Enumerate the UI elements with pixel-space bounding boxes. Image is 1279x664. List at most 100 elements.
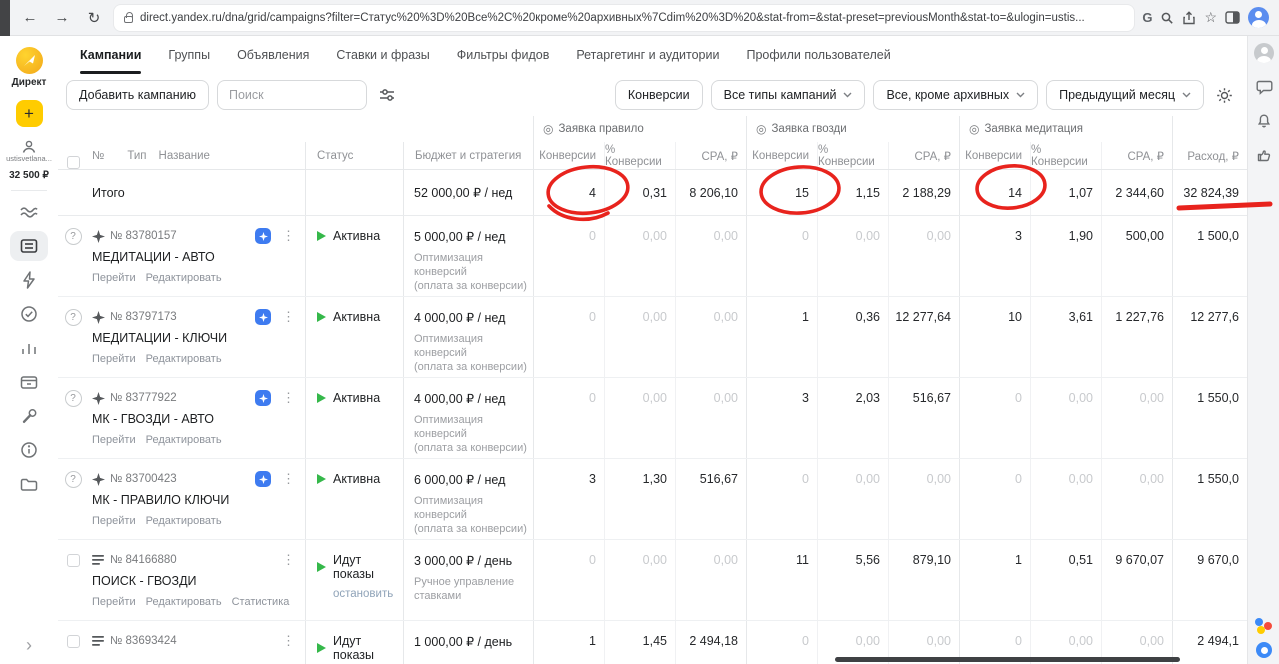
col-rate-label[interactable]: % Конверсии — [817, 142, 888, 169]
col-cpa-label[interactable]: CPA, ₽ — [1101, 142, 1172, 169]
protect-icon[interactable] — [1256, 642, 1272, 658]
sidebar-item-moderation[interactable] — [0, 297, 58, 331]
campaign-id[interactable]: № 83777922 — [110, 392, 177, 404]
table-row[interactable]: № 83777922 ⋮ МК - ГВОЗДИ - АВТО Перейти Р… — [58, 378, 1247, 459]
recommendation-icon[interactable] — [64, 228, 82, 245]
campaign-name[interactable]: МК - ПРАВИЛО КЛЮЧИ — [92, 493, 299, 507]
row-link[interactable]: Перейти — [92, 596, 136, 608]
row-link[interactable]: Статистика — [232, 596, 290, 608]
expand-chevron-icon[interactable]: › — [26, 635, 32, 656]
sidebar-item-tools[interactable] — [0, 399, 58, 433]
tab-retargeting[interactable]: Ретаргетинг и аудитории — [576, 36, 719, 74]
row-link[interactable]: Редактировать — [146, 353, 222, 365]
back-icon[interactable]: ← — [18, 9, 42, 26]
auto-badge-icon[interactable] — [255, 390, 271, 406]
table-row[interactable]: № 83700423 ⋮ МК - ПРАВИЛО КЛЮЧИ Перейти Р… — [58, 459, 1247, 540]
notifications-bell-icon[interactable] — [1248, 104, 1279, 138]
row-menu-icon[interactable]: ⋮ — [282, 471, 295, 487]
auto-badge-icon[interactable] — [255, 471, 271, 487]
sidebar-item-autotargeting[interactable] — [0, 263, 58, 297]
row-link[interactable]: Перейти — [92, 272, 136, 284]
bookmark-star-icon[interactable]: ☆ — [1204, 9, 1217, 26]
row-link[interactable]: Редактировать — [146, 596, 222, 608]
select-all-checkbox[interactable] — [66, 156, 80, 169]
row-menu-icon[interactable]: ⋮ — [282, 552, 295, 568]
settings-gear-icon[interactable] — [1212, 80, 1237, 110]
col-status-label[interactable]: Статус — [305, 142, 403, 169]
add-campaign-plus-button[interactable]: + — [15, 100, 43, 127]
chat-icon[interactable] — [1248, 70, 1279, 104]
campaign-id[interactable]: № 83693424 — [110, 635, 177, 647]
row-link[interactable]: Перейти — [92, 515, 136, 527]
url-text[interactable]: direct.yandex.ru/dna/grid/campaigns?filt… — [140, 12, 1124, 24]
col-conversions-label[interactable]: Конверсии — [533, 142, 604, 169]
goal-group-pravilo[interactable]: ◎ Заявка правило — [533, 116, 746, 142]
tab-ads[interactable]: Объявления — [237, 36, 309, 74]
period-dropdown[interactable]: Предыдущий месяц — [1046, 80, 1204, 110]
col-rate-label[interactable]: % Конверсии — [1030, 142, 1101, 169]
row-link[interactable]: Редактировать — [146, 272, 222, 284]
table-row[interactable]: № 84166880 ⋮ ПОИСК - ГВОЗДИ Перейти Редак… — [58, 540, 1247, 621]
direct-logo[interactable] — [15, 47, 43, 74]
row-link[interactable]: Перейти — [92, 353, 136, 365]
sidebar-user[interactable]: ustisvetlana... — [6, 139, 52, 163]
tab-user-profiles[interactable]: Профили пользователей — [746, 36, 890, 74]
recommendation-icon[interactable] — [64, 309, 82, 326]
goal-group-gvozdi[interactable]: ◎ Заявка гвозди — [746, 116, 959, 142]
search-page-icon[interactable] — [1160, 11, 1174, 25]
sidebar-item-files[interactable] — [0, 467, 58, 501]
recommendation-icon[interactable] — [64, 390, 82, 407]
col-num-label[interactable]: № — [92, 150, 104, 162]
campaign-name[interactable]: МК - ГВОЗДИ - АВТО — [92, 412, 299, 426]
col-name-label[interactable]: Название — [159, 150, 210, 162]
row-link[interactable]: Перейти — [92, 434, 136, 446]
recommendation-icon[interactable] — [64, 471, 82, 488]
add-campaign-button[interactable]: Добавить кампанию — [66, 80, 209, 110]
sidebar-item-statistics[interactable] — [0, 331, 58, 365]
col-cpa-label[interactable]: CPA, ₽ — [675, 142, 746, 169]
col-conversions-label[interactable]: Конверсии — [959, 142, 1030, 169]
col-type-label[interactable]: Тип — [127, 150, 146, 162]
balance-label[interactable]: 32 500 ₽ — [9, 170, 49, 181]
stop-link[interactable]: остановить — [333, 588, 403, 600]
campaign-id[interactable]: № 84166880 — [110, 554, 177, 566]
sidebar-item-campaigns[interactable] — [0, 229, 58, 263]
campaign-id[interactable]: № 83700423 — [110, 473, 177, 485]
col-budget-label[interactable]: Бюджет и стратегия — [403, 142, 533, 169]
row-menu-icon[interactable]: ⋮ — [282, 309, 295, 325]
row-menu-icon[interactable]: ⋮ — [282, 633, 295, 649]
goal-group-meditacia[interactable]: ◎ Заявка медитация — [959, 116, 1172, 142]
yandex-services-icon[interactable] — [1255, 618, 1273, 634]
col-conversions-label[interactable]: Конверсии — [746, 142, 817, 169]
col-cpa-label[interactable]: CPA, ₽ — [888, 142, 959, 169]
google-icon[interactable]: G — [1142, 10, 1152, 25]
refresh-icon[interactable]: ↻ — [82, 9, 106, 27]
col-rate-label[interactable]: % Конверсии — [604, 142, 675, 169]
forward-icon[interactable]: → — [50, 9, 74, 26]
campaign-name[interactable]: МЕДИТАЦИИ - АВТО — [92, 250, 299, 264]
auto-badge-icon[interactable] — [255, 309, 271, 325]
row-menu-icon[interactable]: ⋮ — [282, 228, 295, 244]
row-checkbox[interactable] — [66, 635, 80, 648]
sidebar-item-info[interactable] — [0, 433, 58, 467]
campaign-id[interactable]: № 83780157 — [110, 230, 177, 242]
share-icon[interactable] — [1182, 10, 1196, 25]
horizontal-scrollbar[interactable] — [835, 657, 1180, 662]
sidebar-item-overview[interactable] — [0, 195, 58, 229]
browser-profile-avatar[interactable] — [1248, 7, 1269, 28]
thumbs-up-icon[interactable] — [1248, 138, 1279, 172]
conversions-button[interactable]: Конверсии — [614, 80, 703, 110]
url-bar[interactable]: direct.yandex.ru/dna/grid/campaigns?filt… — [114, 4, 1135, 31]
row-link[interactable]: Редактировать — [146, 515, 222, 527]
campaign-id[interactable]: № 83797173 — [110, 311, 177, 323]
table-row[interactable]: № 83780157 ⋮ МЕДИТАЦИИ - АВТО Перейти Ред… — [58, 216, 1247, 297]
tab-campaigns[interactable]: Кампании — [80, 36, 142, 74]
panel-profile-icon[interactable] — [1248, 36, 1279, 70]
col-spend-label[interactable]: Расход, ₽ — [1172, 142, 1247, 169]
search-input[interactable] — [217, 80, 367, 110]
campaign-name[interactable]: ПОИСК - ГВОЗДИ — [92, 574, 299, 588]
table-row[interactable]: № 83797173 ⋮ МЕДИТАЦИИ - КЛЮЧИ Перейти Ре… — [58, 297, 1247, 378]
archive-filter-dropdown[interactable]: Все, кроме архивных — [873, 80, 1039, 110]
auto-badge-icon[interactable] — [255, 228, 271, 244]
split-view-icon[interactable] — [1225, 11, 1240, 24]
